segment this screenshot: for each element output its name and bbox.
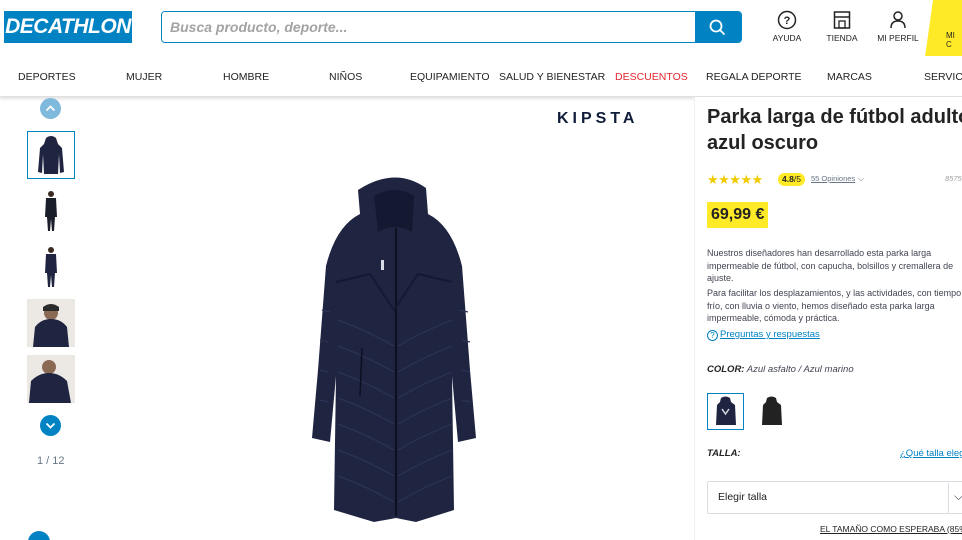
site-header: DECATHLON ? AYUDA TIENDA MI PERFIL [0, 0, 962, 78]
nav-item-mujer[interactable]: MUJER [126, 71, 162, 83]
thumbnail-2[interactable] [27, 187, 75, 235]
product-ref: 8575 [945, 174, 962, 183]
profile-label: MI PERFIL [877, 33, 919, 43]
thumbs-up-button[interactable] [40, 98, 61, 119]
model-detail-thumbnail-image [27, 355, 75, 403]
question-icon: ? [707, 330, 718, 341]
thumbs-down-button[interactable] [40, 415, 61, 436]
price-badge: 69,99 € [707, 202, 769, 228]
user-icon [890, 11, 906, 29]
decathlon-mini-logo-icon [28, 531, 50, 540]
search-icon [709, 19, 725, 35]
reviews-chevron-icon[interactable]: ⌵ [858, 174, 864, 184]
size-guide-link[interactable]: ¿Qué talla elegir? [900, 448, 962, 459]
store-label: TIENDA [826, 33, 858, 43]
store-icon [833, 11, 851, 29]
parka-black-swatch-image [762, 396, 782, 425]
nav-item-equipamiento[interactable]: EQUIPAMIENTO [410, 71, 490, 83]
profile-button[interactable]: MI PERFIL [873, 10, 923, 43]
nav-item-servicios[interactable]: SERVICIOS [924, 71, 962, 83]
model-closeup-thumbnail-image [27, 299, 75, 347]
nav-item-ninos[interactable]: NIÑOS [329, 71, 362, 83]
nav-item-marcas[interactable]: MARCAS [827, 71, 872, 83]
model-back-thumbnail-image [45, 247, 57, 287]
chevron-up-icon [45, 105, 56, 112]
parka-image [312, 177, 476, 522]
rating-value: 4.8 [782, 174, 794, 184]
model-thumbnail-image [45, 191, 57, 231]
fit-feedback[interactable]: EL TAMAÑO COMO ESPERABA (85%) [820, 524, 962, 534]
main-product-image[interactable] [290, 170, 500, 530]
nav-item-deportes[interactable]: DEPORTES [18, 71, 76, 83]
color-value: Azul asfalto / Azul marino [746, 364, 854, 375]
qa-label: Preguntas y respuestas [720, 329, 820, 340]
rating-suffix: /5 [793, 174, 801, 184]
chevron-down-icon [45, 422, 56, 429]
rating-stars-icon: ★★★★★ [707, 172, 763, 187]
color-selection: COLOR: Azul asfalto / Azul marino [707, 364, 854, 375]
size-label: TALLA: [707, 448, 741, 459]
thumbnail-3[interactable] [27, 243, 75, 291]
help-button[interactable]: ? AYUDA [762, 10, 812, 43]
thumbnail-5[interactable] [27, 355, 75, 403]
brand-logo: KIPSTA [557, 110, 639, 127]
parka-thumbnail-image [38, 136, 64, 174]
gallery-counter: 1 / 12 [37, 455, 65, 467]
rating-badge: 4.8/5 [778, 173, 805, 186]
help-label: AYUDA [772, 33, 802, 43]
help-icon: ? [777, 10, 797, 30]
select-divider [948, 483, 949, 513]
nav-item-descuentos[interactable]: DESCUENTOS [615, 71, 688, 83]
main-nav: DEPORTES MUJER HOMBRE NIÑOS EQUIPAMIENTO… [0, 56, 962, 97]
nav-item-regala[interactable]: REGALA DEPORTE [706, 71, 802, 83]
nav-item-hombre[interactable]: HOMBRE [223, 71, 269, 83]
color-swatch-navy[interactable] [707, 393, 744, 430]
reviews-link[interactable]: 55 Opiniones [811, 174, 855, 183]
size-select-value: Elegir talla [718, 491, 768, 503]
svg-text:?: ? [784, 15, 791, 27]
qa-link[interactable]: ? Preguntas y respuestas [707, 329, 820, 341]
color-label: COLOR: [707, 364, 745, 375]
search-button[interactable] [695, 12, 741, 42]
thumbnail-4[interactable] [27, 299, 75, 347]
product-description-1: Nuestros diseñadores han desarrollado es… [707, 248, 954, 283]
store-button[interactable]: TIENDA [817, 10, 867, 43]
color-swatch-black[interactable] [753, 393, 790, 430]
cart-label: MI C [946, 31, 955, 49]
search-bar [161, 11, 742, 43]
size-select[interactable]: Elegir talla ⌵ [707, 481, 962, 514]
thumbnail-1[interactable] [27, 131, 75, 179]
search-input[interactable] [162, 12, 698, 42]
product-title: Parka larga de fútbol adulto azul oscuro [707, 106, 962, 154]
parka-navy-swatch-image [716, 396, 736, 425]
chevron-down-icon: ⌵ [954, 489, 962, 503]
nav-item-salud[interactable]: SALUD Y BIENESTAR [499, 71, 605, 83]
product-description-2: Para facilitar los desplazamientos, y la… [707, 288, 962, 323]
decathlon-logo[interactable]: DECATHLON [4, 11, 132, 43]
